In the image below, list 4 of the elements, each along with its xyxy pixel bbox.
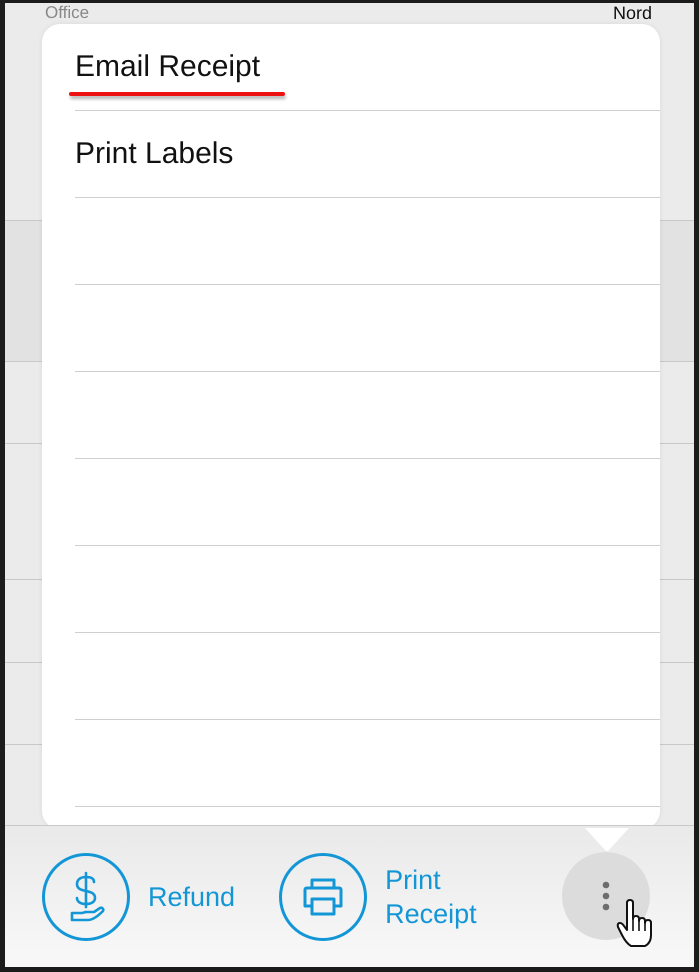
field-label: Office [45,3,90,22]
field-value: Nord [612,3,652,23]
menu-item[interactable]: Email Receipt [75,50,260,84]
menu-item[interactable]: Print Labels [75,137,234,171]
